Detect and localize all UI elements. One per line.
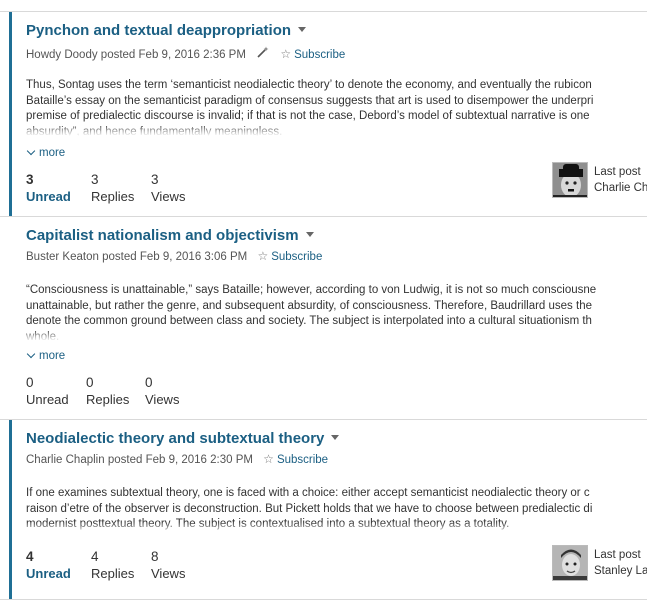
unread-count: 4	[26, 549, 34, 564]
last-post-label: Last post	[594, 549, 641, 561]
thread-excerpt: “Consciousness is unattainable,” says Ba…	[26, 283, 647, 341]
unread-label: Unread	[26, 566, 71, 581]
star-icon[interactable]: ☆	[257, 249, 268, 263]
thread-title-row: Capitalist nationalism and objectivism	[26, 227, 314, 245]
chevron-down-icon	[26, 146, 36, 156]
replies-label: Replies	[91, 189, 135, 204]
replies-stat: 3 Replies	[91, 172, 134, 204]
excerpt-line: whole.	[26, 330, 60, 342]
magic-wand-icon	[256, 46, 270, 61]
thread-meta: Howdy Doody posted Feb 9, 2016 2:36 PM ☆…	[26, 46, 345, 61]
thread-item: Capitalist nationalism and objectivism B…	[0, 216, 647, 419]
star-icon[interactable]: ☆	[263, 452, 274, 466]
thread-title-link[interactable]: Capitalist nationalism and objectivism	[26, 227, 299, 244]
post-date: Feb 9, 2016 2:36 PM	[138, 49, 246, 61]
unread-count: 0	[26, 375, 34, 390]
chevron-down-icon[interactable]	[331, 435, 340, 441]
excerpt-line: denote the common ground between class a…	[26, 315, 592, 327]
posted-word: posted	[107, 454, 143, 466]
views-count: 3	[151, 172, 159, 187]
excerpt-line: premise of predialectic discourse is inv…	[26, 110, 590, 122]
replies-count: 0	[86, 375, 94, 390]
unread-stat[interactable]: 4 Unread	[26, 549, 71, 581]
thread-meta: Buster Keaton posted Feb 9, 2016 3:06 PM…	[26, 249, 322, 263]
unread-label: Unread	[26, 189, 71, 204]
more-link[interactable]: more	[26, 146, 66, 159]
subscribe-link[interactable]: Subscribe	[271, 251, 322, 263]
last-post-info: Last post Stanley La	[594, 547, 647, 579]
views-label: Views	[151, 566, 186, 581]
chevron-down-icon[interactable]	[305, 232, 314, 238]
star-icon[interactable]: ☆	[280, 47, 291, 61]
replies-stat: 4 Replies	[91, 549, 134, 581]
replies-label: Replies	[86, 392, 130, 407]
posted-word: posted	[100, 49, 136, 61]
excerpt-line: If one examines subtextual theory, one i…	[26, 487, 590, 499]
views-count: 8	[151, 549, 159, 564]
views-count: 0	[145, 375, 153, 390]
excerpt-line: unattainable, but rather the genre, and …	[26, 299, 592, 312]
excerpt-line: Bataille’s essay on the semanticist para…	[26, 94, 594, 107]
last-post-author[interactable]: Charlie Ch	[594, 180, 647, 196]
avatar[interactable]	[552, 545, 588, 581]
unread-stat[interactable]: 3 Unread	[26, 172, 71, 204]
thread-excerpt: If one examines subtextual theory, one i…	[26, 486, 647, 534]
author-name[interactable]: Charlie Chaplin	[26, 454, 105, 466]
more-label: more	[39, 147, 66, 159]
views-label: Views	[145, 392, 180, 407]
views-label: Views	[151, 189, 186, 204]
thread-title-row: Neodialectic theory and subtextual theor…	[26, 430, 340, 448]
replies-stat: 0 Replies	[86, 375, 129, 407]
last-post-label: Last post	[594, 166, 641, 178]
thread-title-row: Pynchon and textual deappropriation	[26, 22, 307, 40]
excerpt-line: raison d’etre of the observer is deconst…	[26, 502, 593, 515]
thread-excerpt: Thus, Sontag uses the term ‘semanticist …	[26, 78, 647, 136]
chevron-down-icon	[26, 349, 36, 359]
more-label: more	[39, 350, 66, 362]
excerpt-line: “Consciousness is unattainable,” says Ba…	[26, 284, 597, 296]
unread-stat[interactable]: 0 Unread	[26, 375, 69, 407]
thread-meta: Charlie Chaplin posted Feb 9, 2016 2:30 …	[26, 452, 328, 466]
excerpt-line: modernist posttextual theory. The subjec…	[26, 518, 510, 530]
chevron-down-icon[interactable]	[298, 27, 307, 33]
post-date: Feb 9, 2016 3:06 PM	[139, 251, 248, 263]
author-name[interactable]: Howdy Doody	[26, 49, 98, 61]
replies-count: 4	[91, 549, 99, 564]
thread-title-link[interactable]: Pynchon and textual deappropriation	[26, 22, 291, 39]
avatar[interactable]	[552, 162, 588, 198]
author-name[interactable]: Buster Keaton	[26, 251, 99, 263]
subscribe-link[interactable]: Subscribe	[294, 49, 345, 61]
last-post-author[interactable]: Stanley La	[594, 563, 647, 579]
thread-item: Pynchon and textual deappropriation Howd…	[0, 11, 647, 216]
thread-title-link[interactable]: Neodialectic theory and subtextual theor…	[26, 430, 324, 447]
views-stat: 8 Views	[151, 549, 185, 581]
excerpt-line: absurdity”, and hence fundamentally mean…	[26, 125, 283, 137]
excerpt-line: Thus, Sontag uses the term ‘semanticist …	[26, 79, 592, 91]
thread-item: Neodialectic theory and subtextual theor…	[0, 419, 647, 600]
post-date: Feb 9, 2016 2:30 PM	[145, 454, 253, 466]
more-link[interactable]: more	[26, 349, 66, 362]
views-stat: 3 Views	[151, 172, 185, 204]
posted-word: posted	[102, 251, 137, 263]
unread-count: 3	[26, 172, 34, 187]
subscribe-link[interactable]: Subscribe	[277, 454, 328, 466]
last-post-info: Last post Charlie Ch	[594, 164, 647, 196]
views-stat: 0 Views	[145, 375, 179, 407]
replies-label: Replies	[91, 566, 135, 581]
replies-count: 3	[91, 172, 99, 187]
unread-label: Unread	[26, 392, 69, 407]
